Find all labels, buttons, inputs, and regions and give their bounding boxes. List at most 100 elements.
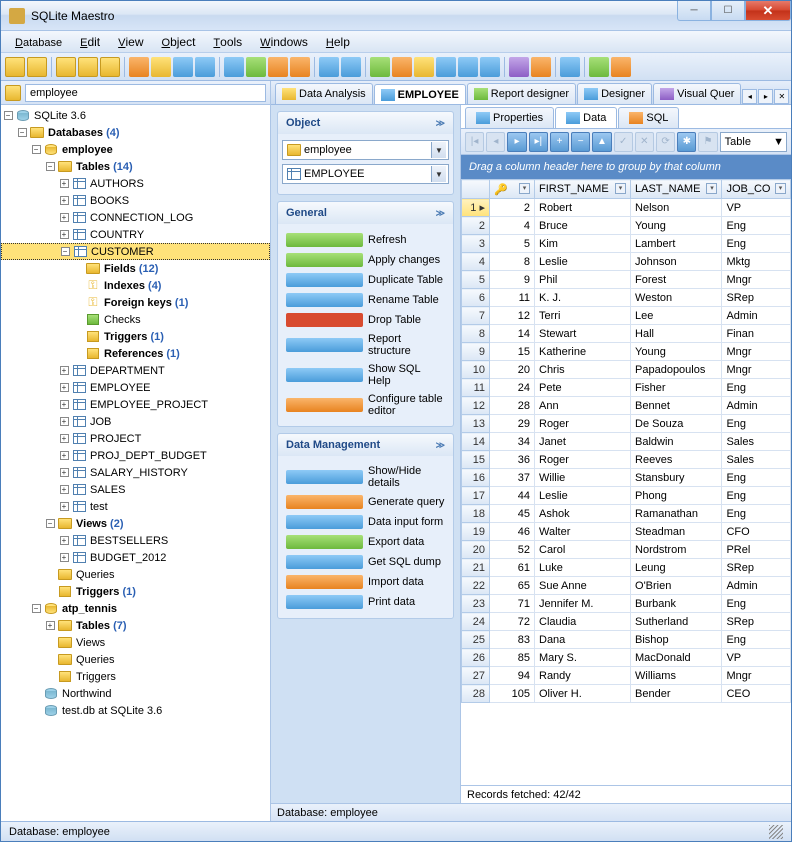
toolbar-btn-13[interactable] xyxy=(290,57,310,77)
tab-designer[interactable]: Designer xyxy=(577,83,652,104)
toolbar-btn-2[interactable] xyxy=(27,57,47,77)
table-row[interactable]: 1329RogerDe SouzaEng xyxy=(462,415,791,433)
task-link[interactable]: Apply changes xyxy=(282,250,449,270)
table-row[interactable]: 1 ▸2RobertNelsonVP xyxy=(462,199,791,217)
column-header[interactable]: LAST_NAME▾ xyxy=(631,180,722,199)
tree-node[interactable]: +PROJ_DEPT_BUDGET xyxy=(1,447,270,464)
object-tree[interactable]: −SQLite 3.6−Databases (4)−employee−Table… xyxy=(1,105,270,821)
table-row[interactable]: 1434JanetBaldwinSales xyxy=(462,433,791,451)
table-row[interactable]: 2052CarolNordstromPRel xyxy=(462,541,791,559)
task-link[interactable]: Import data xyxy=(282,572,449,592)
menu-object[interactable]: Object xyxy=(154,33,204,51)
address-input[interactable]: employee xyxy=(25,84,266,102)
tree-node[interactable]: Queries xyxy=(1,566,270,583)
view-mode-combo[interactable]: Table▼ xyxy=(720,132,787,152)
subtab-properties[interactable]: Properties xyxy=(465,107,554,128)
toolbar-btn-21[interactable] xyxy=(480,57,500,77)
table-row[interactable]: 2371Jennifer M.BurbankEng xyxy=(462,595,791,613)
table-row[interactable]: 2794RandyWilliamsMngr xyxy=(462,667,791,685)
table-row[interactable]: 24BruceYoungEng xyxy=(462,217,791,235)
task-link[interactable]: Drop Table xyxy=(282,310,449,330)
tree-node[interactable]: Views xyxy=(1,634,270,651)
menu-edit[interactable]: Edit xyxy=(72,33,108,51)
task-group-header[interactable]: Object≫ xyxy=(278,112,453,134)
table-row[interactable]: 35KimLambertEng xyxy=(462,235,791,253)
toolbar-btn-17[interactable] xyxy=(392,57,412,77)
tree-node[interactable]: +BOOKS xyxy=(1,192,270,209)
tree-node[interactable]: Triggers xyxy=(1,668,270,685)
tree-node[interactable]: +COUNTRY xyxy=(1,226,270,243)
tree-node[interactable]: +BUDGET_2012 xyxy=(1,549,270,566)
tab-nav-next[interactable]: ▸ xyxy=(758,89,773,104)
task-link[interactable]: Print data xyxy=(282,592,449,612)
toolbar-btn-3[interactable] xyxy=(56,57,76,77)
toolbar-btn-4[interactable] xyxy=(78,57,98,77)
table-row[interactable]: 28105Oliver H.BenderCEO xyxy=(462,685,791,703)
object-table-combo[interactable]: EMPLOYEE▼ xyxy=(282,164,449,184)
table-row[interactable]: 1020ChrisPapadopoulosMngr xyxy=(462,361,791,379)
task-link[interactable]: Data input form xyxy=(282,512,449,532)
nav-add[interactable]: + xyxy=(550,132,569,152)
toolbar-btn-7[interactable] xyxy=(151,57,171,77)
table-row[interactable]: 2265Sue AnneO'BrienAdmin xyxy=(462,577,791,595)
tree-node[interactable]: +PROJECT xyxy=(1,430,270,447)
table-row[interactable]: 611K. J.WestonSRep xyxy=(462,289,791,307)
tree-node[interactable]: +AUTHORS xyxy=(1,175,270,192)
table-row[interactable]: 814StewartHallFinan xyxy=(462,325,791,343)
object-db-combo[interactable]: employee▼ xyxy=(282,140,449,160)
task-link[interactable]: Generate query xyxy=(282,492,449,512)
tree-node[interactable]: +DEPARTMENT xyxy=(1,362,270,379)
toolbar-btn-11[interactable] xyxy=(246,57,266,77)
toolbar-btn-5[interactable] xyxy=(100,57,120,77)
table-row[interactable]: 915KatherineYoungMngr xyxy=(462,343,791,361)
task-link[interactable]: Rename Table xyxy=(282,290,449,310)
tab-report-designer[interactable]: Report designer xyxy=(467,83,576,104)
table-row[interactable]: 1637WillieStansburyEng xyxy=(462,469,791,487)
toolbar-btn-14[interactable] xyxy=(319,57,339,77)
menu-windows[interactable]: Windows xyxy=(252,33,316,51)
tree-node[interactable]: +test xyxy=(1,498,270,515)
nav-remove[interactable]: − xyxy=(571,132,590,152)
tree-node[interactable]: Fields (12) xyxy=(1,260,270,277)
tab-close[interactable]: ✕ xyxy=(774,89,789,104)
task-group-header[interactable]: Data Management≫ xyxy=(278,434,453,456)
tree-node[interactable]: ⚿Indexes (4) xyxy=(1,277,270,294)
toolbar-btn-1[interactable] xyxy=(5,57,25,77)
tree-node[interactable]: Checks xyxy=(1,311,270,328)
data-grid[interactable]: 🔑▾FIRST_NAME▾LAST_NAME▾JOB_CO▾ 1 ▸2Rober… xyxy=(461,179,791,703)
task-link[interactable]: Refresh xyxy=(282,230,449,250)
table-row[interactable]: 2583DanaBishopEng xyxy=(462,631,791,649)
toolbar-btn-19[interactable] xyxy=(436,57,456,77)
toolbar-btn-20[interactable] xyxy=(458,57,478,77)
table-row[interactable]: 2161LukeLeungSRep xyxy=(462,559,791,577)
menu-help[interactable]: Help xyxy=(318,33,358,51)
table-row[interactable]: 1228AnnBennetAdmin xyxy=(462,397,791,415)
toolbar-btn-24[interactable] xyxy=(560,57,580,77)
column-header[interactable]: JOB_CO▾ xyxy=(722,180,791,199)
tree-node[interactable]: Triggers (1) xyxy=(1,583,270,600)
close-button[interactable]: ✕ xyxy=(745,1,791,21)
tab-visual-query[interactable]: Visual Quer xyxy=(653,83,741,104)
table-row[interactable]: 1744LesliePhongEng xyxy=(462,487,791,505)
tree-node[interactable]: −Views (2) xyxy=(1,515,270,532)
tab-employee[interactable]: EMPLOYEE xyxy=(374,84,466,105)
table-row[interactable]: 59PhilForestMngr xyxy=(462,271,791,289)
nav-filter[interactable]: ⚑ xyxy=(698,132,717,152)
tree-node[interactable]: References (1) xyxy=(1,345,270,362)
task-link[interactable]: Report structure xyxy=(282,330,449,360)
task-group-header[interactable]: General≫ xyxy=(278,202,453,224)
tree-node[interactable]: +SALARY_HISTORY xyxy=(1,464,270,481)
tree-node[interactable]: +BESTSELLERS xyxy=(1,532,270,549)
tree-node[interactable]: +Tables (7) xyxy=(1,617,270,634)
subtab-sql[interactable]: SQL xyxy=(618,107,679,128)
tree-node[interactable]: Queries xyxy=(1,651,270,668)
task-link[interactable]: Get SQL dump xyxy=(282,552,449,572)
table-row[interactable]: 1124PeteFisherEng xyxy=(462,379,791,397)
tree-node[interactable]: −SQLite 3.6 xyxy=(1,107,270,124)
tab-nav-prev[interactable]: ◂ xyxy=(742,89,757,104)
toolbar-btn-8[interactable] xyxy=(173,57,193,77)
tree-node[interactable]: −atp_tennis xyxy=(1,600,270,617)
table-row[interactable]: 712TerriLeeAdmin xyxy=(462,307,791,325)
task-link[interactable]: Show/Hide details xyxy=(282,462,449,492)
nav-refresh[interactable]: ⟳ xyxy=(656,132,675,152)
